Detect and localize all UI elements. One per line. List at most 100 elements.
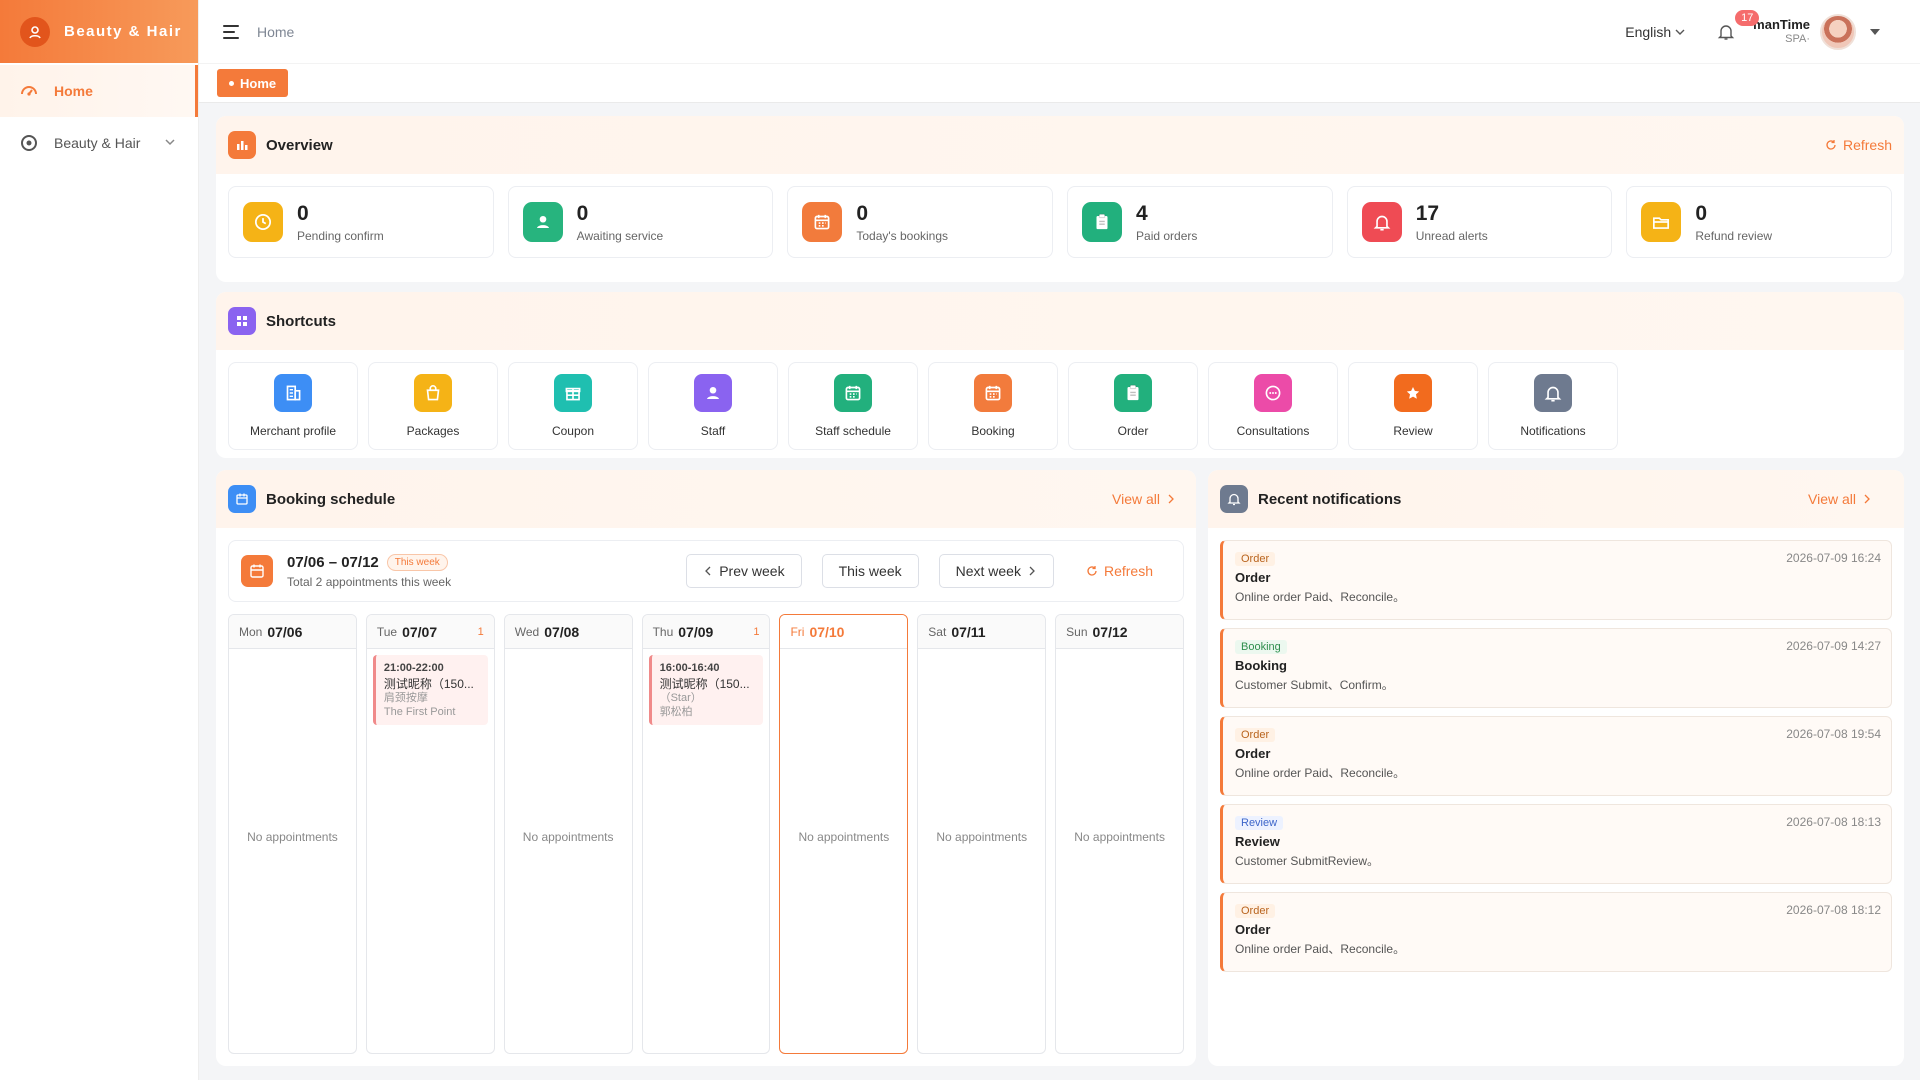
appointment-service: （Star） <box>659 692 702 704</box>
stat-card-awaiting-service[interactable]: 0 Awaiting service <box>507 186 774 258</box>
shortcut-notifications[interactable]: Notifications <box>1488 362 1618 450</box>
stat-card-refund-review[interactable]: 0 Refund review <box>1626 186 1893 258</box>
notification-title: Order <box>1235 746 1271 761</box>
notification-item[interactable]: Order 2026-07-09 16:24 Order Online order P… <box>1220 540 1892 620</box>
day-date: 07/09 <box>678 623 714 640</box>
booking-title: Booking schedule <box>266 490 396 508</box>
stat-card-today-s-bookings[interactable]: 0 Today's bookings <box>787 186 1054 258</box>
chat-icon <box>1254 374 1292 412</box>
overview-refresh-button[interactable]: Refresh <box>1825 137 1892 153</box>
tag-home[interactable]: Home <box>217 69 289 97</box>
stat-value: 4 <box>1136 201 1148 225</box>
sidebar-item-label: Home <box>54 83 93 99</box>
prev-week-label: Prev week <box>719 563 785 579</box>
shortcut-consultations[interactable]: Consultations <box>1208 362 1338 450</box>
stat-card-unread-alerts[interactable]: 17 Unread alerts <box>1346 186 1613 258</box>
stat-label: Pending confirm <box>297 228 384 243</box>
stat-card-paid-orders[interactable]: 4 Paid orders <box>1067 186 1333 258</box>
language-select[interactable]: English <box>1625 24 1685 40</box>
next-week-button[interactable]: Next week <box>938 554 1054 588</box>
shortcut-staff-schedule[interactable]: Staff schedule <box>788 362 918 450</box>
brand-header[interactable]: Beauty & Hair <box>0 0 198 63</box>
notification-type-tag: Order <box>1235 552 1276 566</box>
chevron-right-icon <box>1029 566 1035 576</box>
clipboard-icon <box>1114 374 1152 412</box>
notification-time: 2026-07-08 18:12 <box>1786 903 1881 917</box>
shortcut-staff[interactable]: Staff <box>648 362 778 450</box>
day-of-week: Mon <box>239 624 263 639</box>
shortcut-coupon[interactable]: Coupon <box>508 362 638 450</box>
notification-type-tag: Order <box>1235 904 1276 918</box>
shortcut-merchant-profile[interactable]: Merchant profile <box>228 362 358 450</box>
notification-body: Customer SubmitReview。 <box>1235 854 1380 868</box>
day-header: Wed 07/08 <box>504 615 632 649</box>
bag-icon <box>414 374 452 412</box>
shortcut-review[interactable]: Review <box>1348 362 1478 450</box>
notification-item[interactable]: Booking 2026-07-09 14:27 Booking Customer S… <box>1220 628 1892 708</box>
avatar[interactable] <box>1820 13 1856 50</box>
notification-time: 2026-07-08 19:54 <box>1786 727 1881 741</box>
grid-icon <box>228 307 256 335</box>
notification-item[interactable]: Order 2026-07-08 19:54 Order Online order P… <box>1220 716 1892 796</box>
day-column-mon[interactable]: Mon 07/06 No appointments <box>228 614 357 1054</box>
this-week-label: This week <box>838 563 902 579</box>
notifications-list: Order 2026-07-09 16:24 Order Online order P… <box>1208 540 1904 972</box>
breadcrumb[interactable]: Home <box>257 24 294 40</box>
appointment-card[interactable]: 21:00-22:00 测试昵称（150... 肩颈按摩 The First Poin… <box>372 655 488 725</box>
appointment-card[interactable]: 16:00-16:40 测试昵称（150... （Star） 郭松柏 <box>648 655 764 725</box>
calendar-icon <box>228 485 256 513</box>
chevron-down-icon <box>1675 29 1685 35</box>
day-column-thu[interactable]: Thu 07/09 1 16:00-16:40 测试昵称（150... （Star） 郭松柏 <box>641 614 771 1054</box>
no-appointments-text: No appointments <box>798 829 890 844</box>
day-date: 07/07 <box>402 623 438 640</box>
notification-time: 2026-07-08 18:13 <box>1786 815 1881 829</box>
sidebar: Beauty & Hair Home Beauty & Hair <box>0 0 199 1080</box>
this-week-button[interactable]: This week <box>821 554 919 588</box>
booking-view-all-link[interactable]: View all <box>1112 491 1176 507</box>
sidebar-item-beauty-hair[interactable]: Beauty & Hair <box>0 117 198 169</box>
calendar-icon <box>802 202 843 242</box>
brand-name: Beauty & Hair <box>64 23 182 40</box>
day-column-tue[interactable]: Tue 07/07 1 21:00-22:00 测试昵称（150... 肩颈按摩 The F… <box>365 614 495 1054</box>
shortcuts-title: Shortcuts <box>266 312 337 330</box>
stat-value: 0 <box>1695 201 1708 225</box>
overview-card: Overview Refresh 0 Pending confirm 0 Awaiti… <box>216 116 1904 282</box>
sidebar-item-home[interactable]: Home <box>0 65 198 117</box>
day-column-sat[interactable]: Sat 07/11 No appointments <box>917 614 1047 1054</box>
user-info[interactable]: manTime SPA· <box>1753 17 1810 47</box>
bell-icon <box>1361 202 1402 242</box>
notification-bell[interactable]: 17 <box>1713 9 1760 45</box>
week-days: Mon 07/06 No appointments Tue 07/07 1 21:00-22… <box>216 602 1196 1054</box>
day-column-wed[interactable]: Wed 07/08 No appointments <box>503 614 633 1054</box>
shortcut-label: Notifications <box>1520 424 1586 438</box>
shortcuts-header: Shortcuts <box>216 292 1904 350</box>
shortcut-packages[interactable]: Packages <box>368 362 498 450</box>
notifications-view-all-link[interactable]: View all <box>1808 491 1872 507</box>
prev-week-button[interactable]: Prev week <box>686 554 802 588</box>
day-date: 07/11 <box>951 623 986 640</box>
notification-item[interactable]: Order 2026-07-08 18:12 Order Online order P… <box>1220 892 1892 972</box>
caret-down-icon[interactable] <box>1870 28 1880 35</box>
day-header: Mon 07/06 <box>229 615 356 649</box>
day-date: 07/06 <box>267 623 303 640</box>
shortcut-booking[interactable]: Booking <box>928 362 1058 450</box>
notification-item[interactable]: Review 2026-07-08 18:13 Review Customer Sub… <box>1220 804 1892 884</box>
shortcut-order[interactable]: Order <box>1068 362 1198 450</box>
shortcut-label: Staff schedule <box>815 424 891 438</box>
user-icon <box>694 374 732 412</box>
stat-label: Refund review <box>1695 228 1773 243</box>
day-column-sun[interactable]: Sun 07/12 No appointments <box>1055 614 1185 1054</box>
stat-card-pending-confirm[interactable]: 0 Pending confirm <box>228 186 494 258</box>
calendar-icon <box>834 374 872 412</box>
overview-header: Overview Refresh <box>216 116 1904 174</box>
menu-toggle-icon[interactable] <box>223 22 243 42</box>
booking-refresh-button[interactable]: Refresh <box>1074 563 1171 579</box>
calendar-icon <box>974 374 1012 412</box>
day-date: 07/12 <box>1092 623 1128 640</box>
no-appointments-text: No appointments <box>247 829 338 844</box>
notifications-title: Recent notifications <box>1258 490 1402 508</box>
notification-type-tag: Review <box>1235 816 1284 830</box>
day-column-fri[interactable]: Fri 07/10 No appointments <box>779 614 909 1054</box>
day-header: Sat 07/11 <box>918 615 1046 649</box>
stat-label: Awaiting service <box>576 228 664 243</box>
